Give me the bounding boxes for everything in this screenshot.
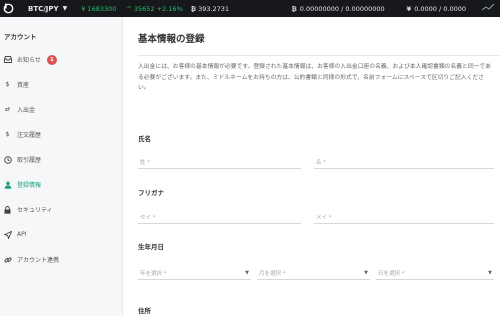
first-name-placeholder: 名 * bbox=[316, 159, 326, 166]
sidebar: アカウント お知らせ 1 $ 資産 ⇄ 入出金 $ 注文履歴 取引履歴 登録情報… bbox=[0, 17, 123, 316]
pair-selector[interactable]: BTC/JPY ▼ bbox=[28, 5, 67, 13]
dollar-icon: $ bbox=[5, 131, 10, 138]
first-name-kana-placeholder: メイ * bbox=[316, 214, 332, 221]
last-name-kana-placeholder: セイ * bbox=[140, 214, 156, 221]
sidebar-item-label: 登録情報 bbox=[17, 182, 42, 189]
name-section-label: 氏名 bbox=[138, 135, 151, 143]
sidebar-item-label: 注文履歴 bbox=[17, 132, 42, 139]
inbox-icon bbox=[3, 55, 12, 64]
send-icon bbox=[3, 230, 12, 239]
sidebar-item-security[interactable]: セキュリティ bbox=[0, 197, 122, 222]
last-price: ¥ 1683300 bbox=[81, 4, 117, 13]
transfer-icon: ⇄ bbox=[4, 106, 11, 113]
notification-badge: 1 bbox=[46, 54, 57, 65]
trend-icon[interactable] bbox=[481, 3, 495, 13]
birth-month-placeholder: 月を選択 * bbox=[259, 270, 286, 277]
btc-balance: ₿ 0.00000000 / 0.00000000 bbox=[291, 5, 384, 13]
last-name-kana-input[interactable]: セイ * bbox=[138, 210, 301, 224]
caret-down-icon: ▼ bbox=[364, 269, 368, 276]
birth-day-select[interactable]: 日を選択 * ▼ bbox=[376, 266, 494, 280]
caret-down-icon: ▼ bbox=[245, 269, 249, 276]
capacity-display: ₿ 393.2731 bbox=[191, 5, 229, 13]
sidebar-item-deposit-withdrawal[interactable]: ⇄ 入出金 bbox=[0, 97, 122, 122]
sidebar-item-label: お知らせ bbox=[17, 57, 41, 64]
sidebar-item-label: 資産 bbox=[17, 82, 30, 89]
title-divider bbox=[138, 55, 500, 56]
first-name-input[interactable]: 名 * bbox=[314, 155, 494, 169]
sidebar-item-label: API bbox=[17, 231, 27, 238]
sidebar-title: アカウント bbox=[4, 33, 37, 41]
last-name-input[interactable]: 姓 * bbox=[138, 155, 301, 169]
sidebar-item-order-history[interactable]: $ 注文履歴 bbox=[0, 122, 122, 147]
last-name-placeholder: 姓 * bbox=[140, 159, 150, 166]
sidebar-item-api[interactable]: API bbox=[0, 222, 122, 247]
birth-month-select[interactable]: 月を選択 * ▼ bbox=[257, 266, 370, 280]
capacity-value: 393.2731 bbox=[198, 4, 230, 13]
jpy-balance: ¥ 0.0000 / 0.0000 bbox=[407, 5, 466, 13]
birth-year-select[interactable]: 年を選択 * ▼ bbox=[138, 266, 251, 280]
yen-icon: ¥ bbox=[406, 4, 412, 13]
dollar-icon: $ bbox=[5, 81, 10, 88]
price-change: ^ 35652 +2.16% bbox=[126, 4, 183, 13]
lock-icon bbox=[3, 205, 12, 214]
sidebar-item-label: 入出金 bbox=[17, 107, 36, 114]
user-icon bbox=[3, 180, 12, 189]
birth-day-placeholder: 日を選択 * bbox=[378, 270, 405, 277]
sidebar-item-label: アカウント連携 bbox=[17, 257, 60, 264]
sidebar-item-notifications[interactable]: お知らせ 1 bbox=[0, 47, 122, 72]
sidebar-item-registration[interactable]: 登録情報 bbox=[0, 172, 122, 197]
pair-label: BTC/JPY bbox=[28, 4, 59, 13]
furigana-section-label: フリガナ bbox=[138, 189, 164, 197]
caret-down-icon: ▼ bbox=[488, 269, 492, 276]
app-logo-icon[interactable] bbox=[0, 0, 16, 17]
sidebar-item-assets[interactable]: $ 資産 bbox=[0, 72, 122, 97]
page-title: 基本情報の登録 bbox=[138, 34, 205, 45]
sidebar-item-trade-history[interactable]: 取引履歴 bbox=[0, 147, 122, 172]
jpy-balance-value: 0.0000 / 0.0000 bbox=[414, 4, 466, 13]
bitcoin-icon: ₿ bbox=[291, 4, 297, 13]
link-icon bbox=[3, 255, 12, 264]
address-section-label: 住所 bbox=[138, 307, 151, 315]
description-text: 入出金には、お客様の基本情報が必要です。登録された基本情報は、お客様の入出金口座… bbox=[138, 64, 491, 91]
bitcoin-icon: ₿ bbox=[190, 4, 197, 13]
main-content: 基本情報の登録 入出金には、お客様の基本情報が必要です。登録された基本情報は、お… bbox=[123, 17, 500, 316]
top-bar: BTC/JPY ▼ ¥ 1683300 ^ 35652 +2.16% ₿ 393… bbox=[0, 0, 500, 17]
clock-icon bbox=[3, 155, 12, 164]
birth-year-placeholder: 年を選択 * bbox=[140, 270, 167, 277]
birthdate-section-label: 生年月日 bbox=[138, 243, 164, 251]
btc-balance-value: 0.00000000 / 0.00000000 bbox=[299, 4, 385, 13]
sidebar-item-label: 取引履歴 bbox=[17, 157, 42, 164]
sidebar-item-label: セキュリティ bbox=[17, 207, 53, 214]
chevron-down-icon: ▼ bbox=[62, 5, 68, 12]
first-name-kana-input[interactable]: メイ * bbox=[314, 210, 494, 224]
sidebar-item-account-link[interactable]: アカウント連携 bbox=[0, 247, 122, 272]
